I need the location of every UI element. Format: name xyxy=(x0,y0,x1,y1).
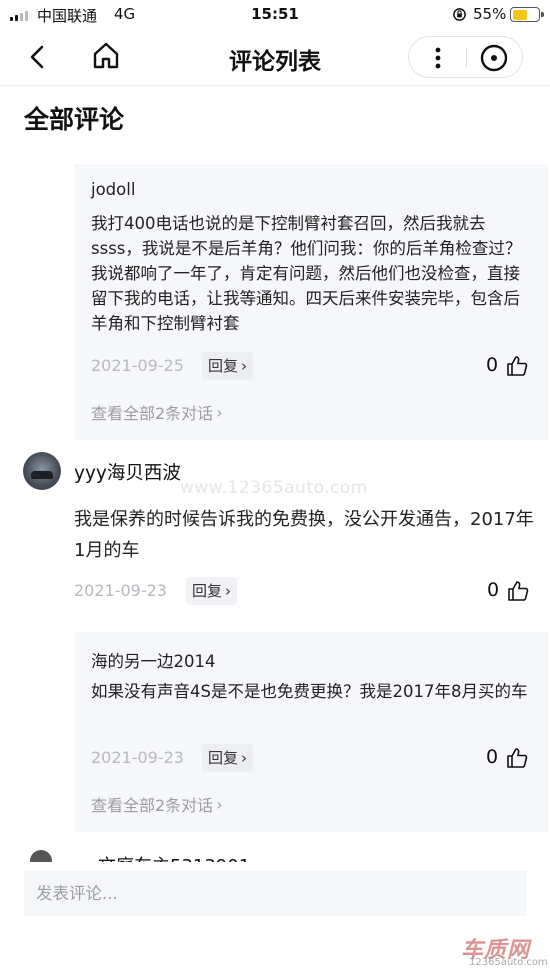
clock: 15:51 xyxy=(251,5,299,23)
rotation-lock-icon xyxy=(453,8,466,21)
comment-content: 我是保养的时候告诉我的免费换，没公开发通告，2017年1月的车 xyxy=(74,509,534,561)
view-all-conversation-link[interactable]: 查看全部2条对话 › xyxy=(91,792,223,816)
reply-content: 我打400电话也说的是下控制臂衬套召回，然后我就去ssss，我说是不是后羊角？他… xyxy=(91,214,522,333)
comment-date: 2021-09-23 xyxy=(74,581,167,600)
like-count: 0 xyxy=(486,746,499,768)
avatar[interactable] xyxy=(30,850,52,862)
mini-program-capsule xyxy=(408,36,523,78)
chevron-right-icon: › xyxy=(216,402,223,422)
section-title: 全部评论 xyxy=(24,105,125,134)
reply-date: 2021-09-23 xyxy=(91,748,184,767)
reply-button[interactable]: 回复 › xyxy=(186,577,238,605)
thumbs-up-icon[interactable] xyxy=(506,355,528,377)
brand-logo-url: 12365auto.com xyxy=(469,957,548,968)
chevron-right-icon: › xyxy=(225,582,232,600)
capsule-divider xyxy=(466,48,467,68)
brand-logo: 车质网 12365auto.com xyxy=(455,930,548,972)
reply-button[interactable]: 回复 › xyxy=(202,744,254,772)
comment-username[interactable]: yyy海贝西波 xyxy=(74,459,181,485)
chevron-right-icon: › xyxy=(241,357,248,375)
battery-icon xyxy=(510,7,544,22)
reply-author[interactable]: 海的另一边2014 xyxy=(91,648,216,672)
chevron-right-icon: › xyxy=(241,749,248,767)
battery-percent: 55% xyxy=(473,5,507,23)
view-all-label: 查看全部2条对话 xyxy=(91,404,214,423)
thumbs-up-icon[interactable] xyxy=(507,580,529,602)
reply-button-label: 回复 xyxy=(208,357,239,375)
avatar[interactable] xyxy=(23,452,61,490)
like-count: 0 xyxy=(487,579,500,601)
next-comment-peek: 文庭车主5313901 xyxy=(0,848,550,862)
reply-author[interactable]: jodoll xyxy=(91,180,135,199)
navigation-bar: 评论列表 xyxy=(0,30,550,86)
status-bar: 中国联通 4G 15:51 55% xyxy=(0,0,550,30)
reply-date: 2021-09-25 xyxy=(91,356,184,375)
watermark: www.12365auto.com xyxy=(180,478,368,498)
comment-input[interactable] xyxy=(24,870,527,916)
reply-button[interactable]: 回复 › xyxy=(202,352,254,380)
reply-content: 如果没有声音4S是不是也免费更换？我是2017年8月买的车 xyxy=(91,682,528,701)
reply-thread-card[interactable]: jodoll 我打400电话也说的是下控制臂衬套召回，然后我就去ssss，我说是… xyxy=(74,164,548,440)
view-all-label: 查看全部2条对话 xyxy=(91,796,214,815)
close-circle-icon[interactable] xyxy=(479,43,509,73)
comment-username[interactable]: 文庭车主5313901 xyxy=(98,852,250,862)
chevron-right-icon: › xyxy=(216,794,223,814)
reply-thread-card[interactable]: 海的另一边2014 如果没有声音4S是不是也免费更换？我是2017年8月买的车 … xyxy=(74,632,548,832)
reply-button-label: 回复 xyxy=(208,749,239,767)
reply-button-label: 回复 xyxy=(192,582,223,600)
thumbs-up-icon[interactable] xyxy=(506,747,528,769)
more-vertical-icon[interactable] xyxy=(425,45,451,71)
like-count: 0 xyxy=(486,354,499,376)
view-all-conversation-link[interactable]: 查看全部2条对话 › xyxy=(91,400,223,424)
